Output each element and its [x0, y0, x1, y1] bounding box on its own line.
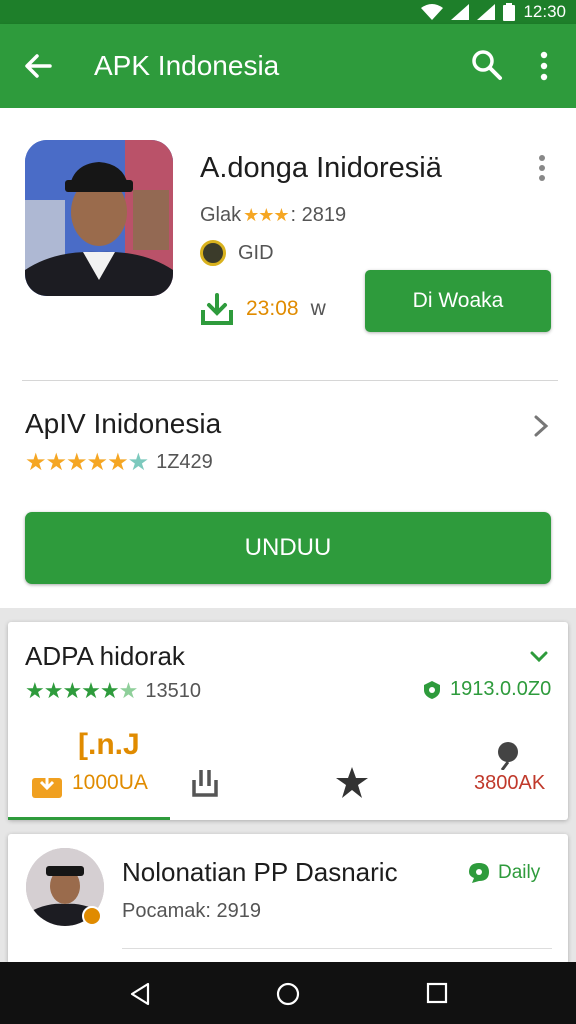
app-bar-title: APK Indonesia	[94, 50, 280, 81]
section-rating-count: 1Z429	[156, 451, 213, 473]
user-entry-title: Nolonatian PP Dasnaric	[122, 857, 398, 887]
size-value: 23:08	[246, 297, 299, 320]
gift-label: [.n.J	[78, 728, 140, 761]
developer-name: GID	[238, 241, 274, 264]
nav-home-icon[interactable]	[276, 982, 300, 1006]
chat-icon	[469, 863, 489, 883]
stars-full: ★★★★★	[25, 449, 129, 476]
app-entry-stars: ★★★★★★	[25, 678, 139, 704]
app-entry-card[interactable]: ADPA hidorak ★★★★★★ 13510 1913.0.0Z0 [.n…	[8, 622, 568, 820]
wifi-icon	[421, 4, 444, 20]
chevron-down-icon[interactable]	[530, 650, 548, 664]
nav-back-icon[interactable]	[128, 982, 152, 1006]
status-icons: 12:30	[421, 2, 566, 22]
app-entry-version: 1913.0.0Z0	[422, 678, 551, 701]
more-vert-icon[interactable]	[536, 154, 548, 182]
signal-icon	[451, 4, 470, 20]
user-entry-card[interactable]: Nolonatian PP Dasnaric Pocamak: 2919 Dai…	[8, 834, 568, 964]
size-line: 23:08 w	[200, 292, 326, 326]
pin-icon	[498, 742, 518, 770]
app-entry-rating-count: 13510	[145, 679, 201, 702]
app-entry-rating: ★★★★★★ 13510	[25, 678, 201, 704]
app-icon	[25, 140, 173, 296]
size-suffix: w	[310, 297, 326, 320]
divider	[122, 948, 552, 949]
system-nav-bar	[0, 962, 576, 1024]
divider	[22, 380, 558, 381]
chevron-right-icon[interactable]	[530, 414, 552, 438]
rating-label: Glak	[200, 204, 242, 226]
daily-label: Daily	[498, 862, 541, 883]
star-half: ★	[127, 449, 149, 476]
download-button[interactable]: Di Woaka	[365, 270, 551, 332]
status-time: 12:30	[523, 2, 566, 21]
section-title: ApIV Inidonesia	[25, 408, 222, 439]
user-entry-subtitle: Pocamak: 2919	[122, 900, 261, 922]
search-icon[interactable]	[470, 48, 504, 82]
rating-value: : 2819	[290, 204, 347, 226]
app-rating-line: Glak ★★★ : 2819	[200, 204, 346, 227]
unduh-button[interactable]: UNDUU	[25, 512, 551, 584]
section-stars: ★★★★★★	[25, 448, 149, 477]
share-icon[interactable]	[190, 766, 220, 798]
app-name: A.donga Inidoresiä	[200, 152, 442, 184]
app-entry-download[interactable]: 1000UA	[32, 768, 148, 798]
status-bar: 12:30	[0, 0, 576, 24]
battery-icon	[503, 3, 516, 21]
shield-icon	[424, 680, 440, 699]
developer-logo	[200, 240, 226, 266]
rating-stars: ★★★	[243, 205, 289, 225]
more-vert-icon[interactable]	[536, 50, 552, 82]
developer-line: GID	[200, 240, 274, 266]
progress-indicator	[8, 817, 170, 820]
daily-badge[interactable]: Daily	[468, 862, 540, 884]
app-entry-red-value: 3800AK	[474, 772, 546, 794]
star-icon[interactable]	[334, 766, 370, 800]
back-arrow-icon[interactable]	[22, 50, 54, 82]
status-dot	[82, 906, 102, 926]
app-detail-card: A.donga Inidoresiä Glak ★★★ : 2819 GID 2…	[0, 108, 576, 608]
app-bar: APK Indonesia	[0, 24, 576, 108]
stars-full: ★★★★★	[25, 678, 120, 703]
section-rating: ★★★★★★ 1Z429	[25, 448, 213, 477]
signal-icon-2	[477, 4, 496, 20]
nav-recent-icon[interactable]	[426, 982, 448, 1004]
star-half: ★	[118, 678, 139, 703]
download-size: 1000UA	[72, 771, 148, 794]
version-value: 1913.0.0Z0	[450, 678, 552, 700]
download-box-icon	[32, 770, 62, 798]
app-entry-title: ADPA hidorak	[25, 641, 185, 671]
download-icon	[201, 293, 233, 325]
